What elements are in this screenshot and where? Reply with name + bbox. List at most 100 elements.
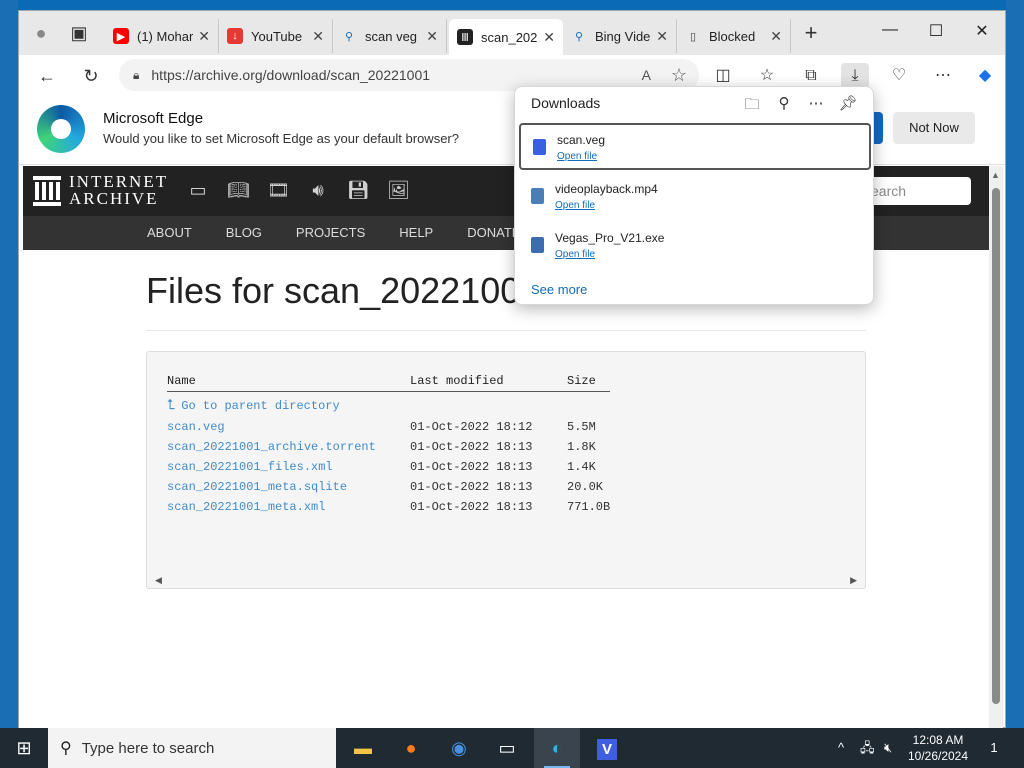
minimize-button[interactable]: —: [867, 21, 913, 39]
header-name: Name: [167, 374, 196, 388]
youtube-icon: ▶: [113, 28, 129, 44]
file-size: 1.8K: [567, 440, 596, 454]
tab-youtube-downloader[interactable]: ↓ YouTube ✕: [219, 19, 333, 53]
close-icon[interactable]: ✕: [198, 28, 210, 45]
read-aloud-icon[interactable]: A: [642, 67, 651, 83]
texts-icon[interactable]: 📖︎: [227, 179, 250, 201]
table-row: scan.veg 01-Oct-2022 18:12 5.5M: [167, 420, 637, 438]
audio-icon[interactable]: 🔊︎: [307, 179, 329, 201]
close-window-button[interactable]: ✕: [959, 21, 1005, 41]
download-item[interactable]: Vegas_Pro_V21.exe Open file: [519, 223, 871, 270]
notification-count: 1: [990, 740, 998, 755]
edge-taskbar-icon[interactable]: ◐: [534, 728, 580, 768]
open-file-link[interactable]: Open file: [555, 200, 595, 211]
more-options-icon[interactable]: ⋯: [929, 63, 957, 89]
edge-logo-icon: [37, 105, 85, 153]
media-type-icons: ▭ 📖︎ 🎞︎ 🔊︎ 💾︎ 🖼︎: [187, 179, 409, 201]
close-icon[interactable]: ✕: [656, 28, 668, 45]
images-icon[interactable]: 🖼︎: [387, 179, 410, 201]
file-link[interactable]: scan_20221001_meta.xml: [167, 500, 325, 514]
tab-blocked[interactable]: ▯ Blocked ✕: [677, 19, 791, 53]
refresh-button[interactable]: ↻: [79, 64, 103, 88]
tab-actions-icon[interactable]: ▣: [67, 21, 91, 45]
parent-directory-link[interactable]: ⮤ Go to parent directory: [167, 398, 637, 416]
close-icon[interactable]: ✕: [426, 28, 438, 45]
open-folder-icon[interactable]: 🗀︎: [741, 94, 763, 119]
menu-about[interactable]: ABOUT: [147, 216, 192, 250]
clock-date: 10/26/2024: [907, 749, 969, 763]
taskbar-search-input[interactable]: ⚲ Type here to search: [48, 728, 336, 768]
scrollbar-thumb[interactable]: [992, 188, 1000, 704]
desktop-left-edge: [0, 0, 18, 728]
scroll-left-arrow-icon[interactable]: ◀: [155, 576, 162, 586]
header-modified: Last modified: [410, 374, 504, 388]
download-filename: videoplayback.mp4: [555, 182, 658, 196]
page-icon: ▯: [689, 30, 697, 43]
scroll-up-arrow-icon[interactable]: ▲: [991, 170, 1000, 180]
ia-wordmark-line1: INTERNET: [69, 172, 169, 191]
listing-header: Name Last modified Size: [167, 374, 610, 392]
maximize-button[interactable]: ☐: [913, 21, 959, 41]
menu-blog[interactable]: BLOG: [226, 216, 262, 250]
tab-bing-video[interactable]: ⚲ Bing Vide ✕: [563, 19, 677, 53]
download-item[interactable]: scan.veg Open file: [519, 123, 871, 170]
tab-youtube-mohar[interactable]: ▶ (1) Mohar ✕: [105, 19, 219, 53]
profile-icon[interactable]: ●: [29, 21, 53, 45]
pin-icon[interactable]: 📌︎: [837, 94, 859, 112]
see-more-link[interactable]: See more: [531, 282, 587, 297]
file-modified: 01-Oct-2022 18:13: [410, 460, 533, 474]
file-link[interactable]: scan_20221001_meta.sqlite: [167, 480, 347, 494]
volume-muted-icon[interactable]: 🔇︎: [884, 728, 892, 768]
divider: [146, 330, 866, 331]
file-link[interactable]: scan_20221001_files.xml: [167, 460, 333, 474]
close-icon[interactable]: ✕: [770, 28, 782, 45]
tab-scan-veg-search[interactable]: ⚲ scan veg ✕: [333, 19, 447, 53]
notification-icon[interactable]: 1: [982, 728, 1006, 768]
file-explorer-icon[interactable]: ▬: [340, 728, 386, 768]
downloads-panel: Downloads 🗀︎ ⚲ ⋯ 📌︎ scan.veg Open file v…: [514, 86, 874, 305]
tab-scan-archive[interactable]: Ⅲ scan_202 ✕: [449, 19, 563, 55]
close-icon[interactable]: ✕: [312, 28, 324, 45]
ia-logo-icon[interactable]: [33, 176, 61, 206]
download-item[interactable]: videoplayback.mp4 Open file: [519, 174, 871, 221]
tab-label: (1) Mohar: [137, 28, 194, 44]
more-options-icon[interactable]: ⋯: [805, 94, 827, 112]
search-icon[interactable]: ⚲: [773, 94, 795, 112]
terminal-icon[interactable]: ▭: [484, 728, 530, 768]
archive-icon: Ⅲ: [457, 29, 473, 45]
open-file-link[interactable]: Open file: [555, 249, 595, 260]
system-clock[interactable]: 12:08 AM 10/26/2024: [906, 732, 970, 764]
copilot-icon[interactable]: ◆: [971, 63, 999, 89]
browser-essentials-icon[interactable]: ♡: [885, 63, 913, 89]
menu-help[interactable]: HELP: [399, 216, 433, 250]
not-now-button[interactable]: Not Now: [893, 112, 975, 144]
ia-search-input[interactable]: earch: [859, 177, 971, 205]
windows-start-icon[interactable]: ⊞: [0, 728, 48, 768]
chrome-icon[interactable]: ◉: [436, 728, 482, 768]
scroll-right-arrow-icon[interactable]: ▶: [850, 576, 857, 586]
close-icon[interactable]: ✕: [543, 29, 555, 46]
network-icon[interactable]: 🖧︎: [860, 728, 875, 768]
parent-arrow-icon: ⮤: [167, 398, 176, 414]
file-link[interactable]: scan.veg: [167, 420, 225, 434]
firefox-icon[interactable]: ●: [388, 728, 434, 768]
file-size: 20.0K: [567, 480, 604, 494]
software-icon[interactable]: 💾︎: [347, 179, 370, 201]
file-size: 5.5M: [567, 420, 596, 434]
show-hidden-icons-icon[interactable]: ^: [838, 728, 844, 768]
menu-donate[interactable]: DONATE: [467, 216, 520, 250]
file-size: 771.0B: [567, 500, 611, 514]
tab-label: Blocked: [709, 28, 756, 44]
menu-projects[interactable]: PROJECTS: [296, 216, 365, 250]
file-link[interactable]: scan_20221001_archive.torrent: [167, 440, 376, 454]
back-button[interactable]: ←: [35, 64, 59, 88]
vegas-taskbar-icon[interactable]: V: [584, 728, 630, 768]
new-tab-button[interactable]: +: [799, 21, 823, 45]
open-file-link[interactable]: Open file: [557, 151, 597, 162]
ia-wordmark[interactable]: INTERNET ARCHIVE: [69, 173, 168, 207]
video-icon[interactable]: 🎞︎: [267, 179, 290, 201]
page-scrollbar[interactable]: ▲: [989, 166, 1003, 729]
header-size: Size: [567, 374, 596, 388]
favorite-star-icon[interactable]: ☆: [671, 65, 687, 86]
web-icon[interactable]: ▭: [187, 179, 209, 201]
